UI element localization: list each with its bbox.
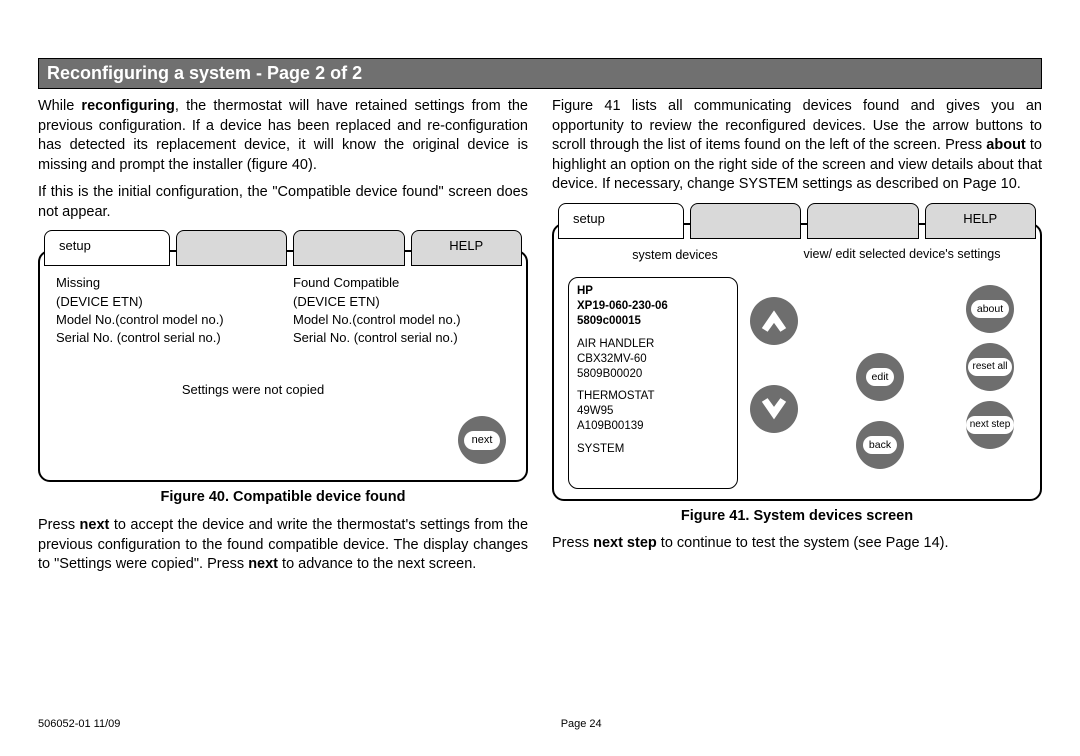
left-p3e: to advance to the next screen. bbox=[278, 556, 476, 572]
right-p1: Figure 41 lists all communicating device… bbox=[552, 97, 1042, 195]
right-p2: Press next step to continue to test the … bbox=[552, 534, 1042, 554]
dev0-l2: XP19-060-230-06 bbox=[577, 299, 729, 314]
device-item-thermostat[interactable]: THERMOSTAT 49W95 A109B00139 bbox=[577, 389, 729, 434]
left-column: While reconfiguring, the thermostat will… bbox=[38, 97, 528, 583]
figure-41: setup HELP system devices view/ edit sel… bbox=[552, 203, 1042, 501]
next-step-button[interactable]: next step bbox=[966, 401, 1014, 449]
tab-blank-41a[interactable] bbox=[690, 203, 802, 239]
reset-all-button[interactable]: reset all bbox=[966, 343, 1014, 391]
dev2-l1: THERMOSTAT bbox=[577, 389, 729, 404]
dev0-l1: HP bbox=[577, 284, 729, 299]
tab-setup-41[interactable]: setup bbox=[558, 203, 684, 239]
back-label: back bbox=[863, 436, 897, 454]
footer-docnum: 506052-01 11/09 bbox=[38, 718, 120, 730]
about-label: about bbox=[971, 300, 1009, 318]
fig40-missing-l4: Serial No. (control serial no.) bbox=[56, 329, 273, 347]
fig40-found-l4: Serial No. (control serial no.) bbox=[293, 329, 510, 347]
right-p1a: Figure 41 lists all communicating device… bbox=[552, 98, 1042, 153]
left-p1a: While bbox=[38, 98, 81, 114]
arrow-down-icon bbox=[758, 396, 790, 422]
fig41-caption: Figure 41. System devices screen bbox=[552, 507, 1042, 527]
left-p2: If this is the initial configuration, th… bbox=[38, 183, 528, 222]
scroll-down-button[interactable] bbox=[750, 385, 798, 433]
dev1-l1: AIR HANDLER bbox=[577, 337, 729, 352]
dev0-l3: 5809c00015 bbox=[577, 314, 729, 329]
right-column: Figure 41 lists all communicating device… bbox=[552, 97, 1042, 583]
scroll-up-button[interactable] bbox=[750, 297, 798, 345]
fig41-head-right: view/ edit selected device's settings bbox=[780, 247, 1024, 264]
left-p3a: Press bbox=[38, 517, 80, 533]
device-item-system[interactable]: SYSTEM bbox=[577, 442, 729, 457]
fig40-found-l3: Model No.(control model no.) bbox=[293, 311, 510, 329]
dev1-l3: 5809B00020 bbox=[577, 367, 729, 382]
right-p2a: Press bbox=[552, 535, 593, 551]
tab-blank-1[interactable] bbox=[176, 230, 288, 266]
fig40-status: Settings were not copied bbox=[0, 381, 510, 399]
fig40-found-l2: (DEVICE ETN) bbox=[293, 293, 510, 311]
device-list[interactable]: HP XP19-060-230-06 5809c00015 AIR HANDLE… bbox=[568, 277, 738, 489]
left-p3d: next bbox=[248, 556, 278, 572]
next-label: next bbox=[464, 431, 501, 450]
tab-setup[interactable]: setup bbox=[44, 230, 170, 266]
right-p2b: next step bbox=[593, 535, 657, 551]
fig40-found-l1: Found Compatible bbox=[293, 274, 510, 292]
dev1-l2: CBX32MV-60 bbox=[577, 352, 729, 367]
left-p3b: next bbox=[80, 517, 110, 533]
tab-blank-41b[interactable] bbox=[807, 203, 919, 239]
edit-label: edit bbox=[866, 368, 895, 386]
back-button[interactable]: back bbox=[856, 421, 904, 469]
device-item-hp[interactable]: HP XP19-060-230-06 5809c00015 bbox=[577, 284, 729, 329]
next-button[interactable]: next bbox=[458, 416, 506, 464]
tab-blank-2[interactable] bbox=[293, 230, 405, 266]
dev2-l2: 49W95 bbox=[577, 404, 729, 419]
fig40-found-col: Found Compatible (DEVICE ETN) Model No.(… bbox=[293, 274, 510, 347]
figure-40: setup HELP Missing (DEVICE ETN) Model No… bbox=[38, 230, 528, 482]
fig40-caption: Figure 40. Compatible device found bbox=[38, 488, 528, 508]
arrow-up-icon bbox=[758, 308, 790, 334]
left-p1b: reconfiguring bbox=[81, 98, 174, 114]
tab-help-41[interactable]: HELP bbox=[925, 203, 1037, 239]
edit-button[interactable]: edit bbox=[856, 353, 904, 401]
fig40-missing-l1: Missing bbox=[56, 274, 273, 292]
right-p1b: about bbox=[986, 137, 1025, 153]
next-step-label: next step bbox=[966, 416, 1015, 434]
reset-all-label: reset all bbox=[968, 358, 1011, 376]
fig40-missing-l2: (DEVICE ETN) bbox=[56, 293, 273, 311]
fig40-missing-col: Missing (DEVICE ETN) Model No.(control m… bbox=[56, 274, 273, 347]
tab-help[interactable]: HELP bbox=[411, 230, 523, 266]
dev3-l1: SYSTEM bbox=[577, 442, 729, 457]
left-p1: While reconfiguring, the thermostat will… bbox=[38, 97, 528, 175]
dev2-l3: A109B00139 bbox=[577, 419, 729, 434]
fig40-missing-l3: Model No.(control model no.) bbox=[56, 311, 273, 329]
right-p2c: to continue to test the system (see Page… bbox=[657, 535, 949, 551]
section-heading: Reconfiguring a system - Page 2 of 2 bbox=[38, 58, 1042, 89]
fig41-head-left: system devices bbox=[570, 247, 780, 264]
device-item-airhandler[interactable]: AIR HANDLER CBX32MV-60 5809B00020 bbox=[577, 337, 729, 382]
about-button[interactable]: about bbox=[966, 285, 1014, 333]
footer-pagenum: Page 24 bbox=[561, 718, 602, 730]
left-p3: Press next to accept the device and writ… bbox=[38, 516, 528, 575]
